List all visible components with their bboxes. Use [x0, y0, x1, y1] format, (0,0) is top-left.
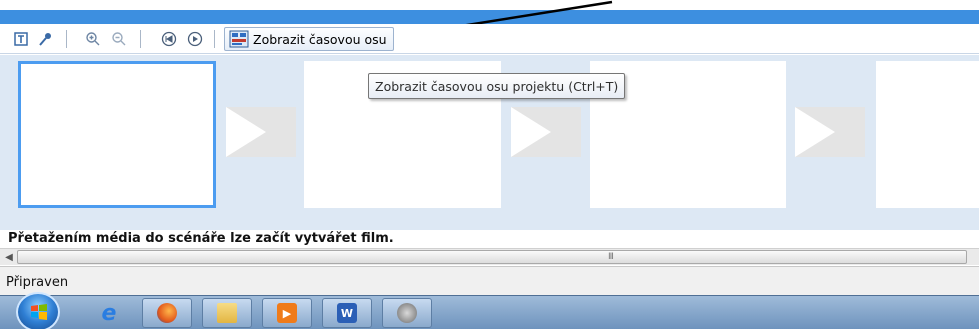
toolbar-separator: [140, 30, 141, 48]
toolbar-separator: [214, 30, 215, 48]
storyboard-slot-selected[interactable]: [18, 61, 216, 208]
scroll-left-icon[interactable]: ◀: [2, 250, 16, 264]
transition-arrow-icon: [511, 107, 551, 157]
storyboard-slot[interactable]: [876, 61, 979, 208]
show-timeline-label: Zobrazit časovou osu: [253, 31, 387, 47]
transition-slot[interactable]: [226, 107, 296, 157]
media-player-icon: ▶: [277, 303, 297, 323]
play-icon[interactable]: [186, 30, 204, 48]
show-timeline-button[interactable]: Zobrazit časovou osu: [224, 27, 394, 51]
start-button[interactable]: [16, 292, 60, 329]
taskbar-media-player[interactable]: ▶: [262, 298, 312, 328]
taskbar: e ▶ W: [0, 292, 979, 329]
firefox-icon: [157, 303, 177, 323]
scrollbar-thumb[interactable]: III: [17, 250, 967, 264]
zoom-in-icon[interactable]: [84, 30, 102, 48]
taskbar-explorer[interactable]: [202, 298, 252, 328]
taskbar-ie[interactable]: e: [84, 298, 134, 328]
narration-icon[interactable]: [36, 30, 54, 48]
status-bar: Připraven: [0, 266, 979, 295]
rewind-icon[interactable]: [160, 30, 178, 48]
add-title-icon[interactable]: [12, 30, 30, 48]
taskbar-movie-maker[interactable]: [382, 298, 432, 328]
title-area: [0, 0, 979, 27]
internet-explorer-icon: e: [101, 300, 117, 326]
status-text: Připraven: [6, 275, 69, 290]
transition-arrow-icon: [795, 107, 835, 157]
transition-slot[interactable]: [795, 107, 865, 157]
movie-maker-icon: [397, 303, 417, 323]
transition-arrow-icon: [226, 107, 266, 157]
scrollbar-grip: III: [608, 252, 614, 262]
storyboard-hint: Přetažením média do scénáře lze začít vy…: [8, 231, 394, 246]
tooltip: Zobrazit časovou osu projektu (Ctrl+T): [368, 73, 626, 99]
toolbar-separator: [66, 30, 67, 48]
folder-icon: [217, 303, 237, 323]
app-window: Zobrazit časovou osu Zobrazit časovou os…: [0, 0, 979, 329]
timeline-icon: [229, 30, 249, 48]
word-icon: W: [337, 303, 357, 323]
horizontal-scrollbar[interactable]: ◀ III: [0, 248, 979, 265]
transition-slot[interactable]: [511, 107, 581, 157]
windows-logo-icon: [31, 304, 47, 320]
zoom-out-icon[interactable]: [110, 30, 128, 48]
taskbar-firefox[interactable]: [142, 298, 192, 328]
toolbar: Zobrazit časovou osu: [0, 24, 979, 54]
accent-band: [0, 10, 979, 24]
taskbar-word[interactable]: W: [322, 298, 372, 328]
